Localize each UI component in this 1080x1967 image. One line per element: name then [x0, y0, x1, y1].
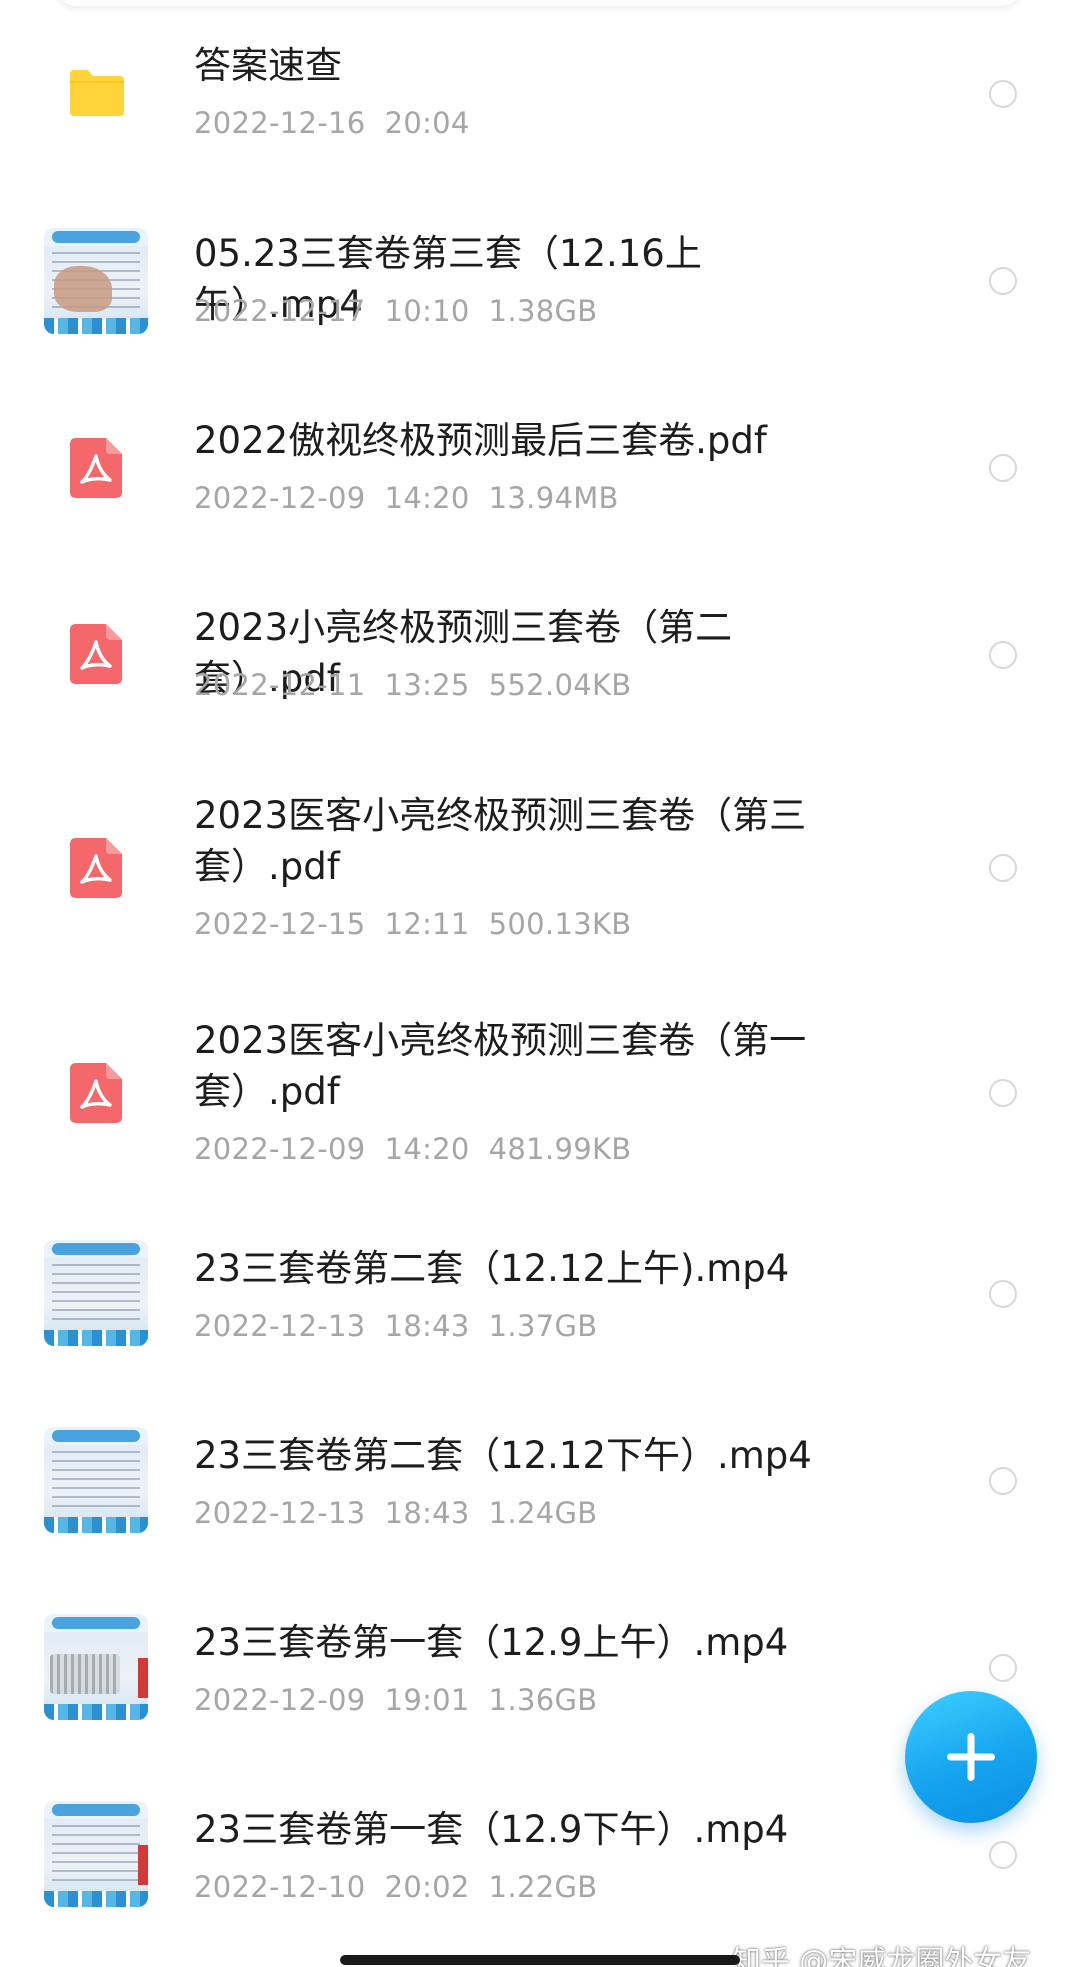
- top-bar-edge: [55, 0, 1023, 6]
- file-name: 23三套卷第一套（12.9上午）.mp4: [194, 1621, 789, 1664]
- file-meta: 2022-12-13 18:43 1.24GB: [194, 1496, 598, 1530]
- file-name: 2022傲视终极预测最后三套卷.pdf: [194, 419, 767, 462]
- file-meta: 2022-12-10 20:02 1.22GB: [194, 1870, 598, 1904]
- file-name: 2023医客小亮终极预测三套卷（第一套）.pdf: [194, 1019, 807, 1113]
- select-radio[interactable]: [989, 1654, 1017, 1682]
- pdf-icon: [70, 438, 122, 498]
- select-radio[interactable]: [989, 641, 1017, 669]
- file-meta: 2022-12-09 14:20 481.99KB: [194, 1132, 632, 1166]
- file-name: 23三套卷第二套（12.12上午).mp4: [194, 1247, 790, 1290]
- video-thumbnail: [44, 228, 148, 334]
- select-radio[interactable]: [989, 267, 1017, 295]
- select-radio[interactable]: [989, 454, 1017, 482]
- select-radio[interactable]: [989, 1079, 1017, 1107]
- file-meta: 2022-12-11 13:25 552.04KB: [194, 668, 632, 702]
- file-meta: 2022-12-09 19:01 1.36GB: [194, 1683, 598, 1717]
- pdf-icon: [70, 1063, 122, 1123]
- file-name: 2023医客小亮终极预测三套卷（第三套）.pdf: [194, 794, 807, 888]
- watermark-text: 知乎 @宋威龙圈外女友: [732, 1944, 1032, 1967]
- file-meta: 2022-12-13 18:43 1.37GB: [194, 1309, 598, 1343]
- file-name: 23三套卷第一套（12.9下午）.mp4: [194, 1808, 789, 1851]
- video-thumbnail: [44, 1801, 148, 1907]
- home-indicator[interactable]: [340, 1955, 740, 1965]
- select-radio[interactable]: [989, 854, 1017, 882]
- video-thumbnail: [44, 1427, 148, 1533]
- file-name: 23三套卷第二套（12.12下午）.mp4: [194, 1434, 812, 1477]
- select-radio[interactable]: [989, 80, 1017, 108]
- folder-icon: [70, 70, 124, 116]
- select-radio[interactable]: [989, 1280, 1017, 1308]
- video-thumbnail: [44, 1614, 148, 1720]
- file-meta: 2022-12-09 14:20 13.94MB: [194, 481, 619, 515]
- plus-icon: [947, 1733, 995, 1781]
- select-radio[interactable]: [989, 1467, 1017, 1495]
- file-meta: 2022-12-17 10:10 1.38GB: [194, 294, 598, 328]
- video-thumbnail: [44, 1240, 148, 1346]
- pdf-icon: [70, 624, 122, 684]
- file-meta: 2022-12-16 20:04: [194, 106, 470, 140]
- file-name: 答案速查: [194, 44, 342, 87]
- pdf-icon: [70, 838, 122, 898]
- select-radio[interactable]: [989, 1841, 1017, 1869]
- add-button[interactable]: [905, 1691, 1037, 1823]
- file-meta: 2022-12-15 12:11 500.13KB: [194, 907, 632, 941]
